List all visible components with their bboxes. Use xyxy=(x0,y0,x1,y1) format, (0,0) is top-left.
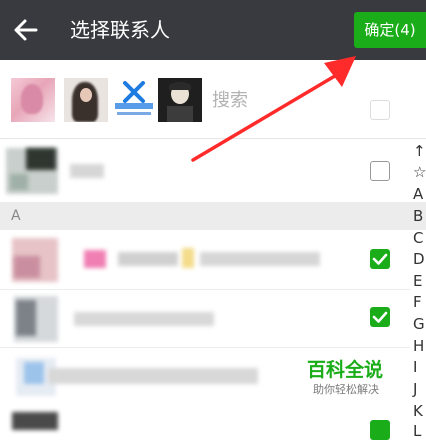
annotation-arrow xyxy=(191,56,356,162)
